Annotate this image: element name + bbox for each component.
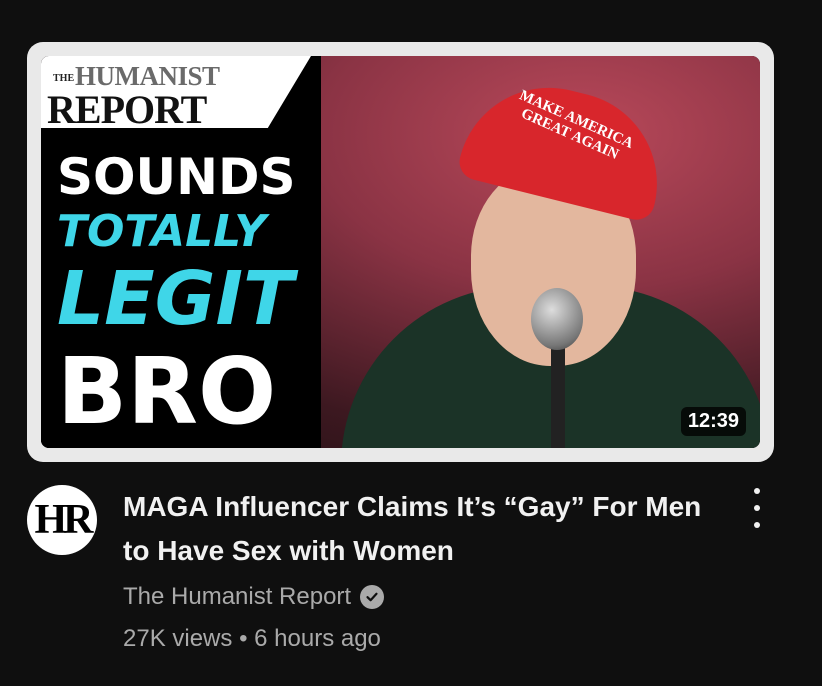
upload-age: 6 hours ago — [254, 625, 381, 652]
menu-dot — [754, 488, 760, 494]
logo-the: THE — [53, 73, 75, 84]
video-thumbnail[interactable]: MAKE AMERICA GREAT AGAIN THE HUMANIST RE… — [27, 42, 774, 462]
menu-dot — [754, 505, 760, 511]
thumbnail-text-bro: BRO — [57, 338, 277, 445]
channel-logo-banner: THE HUMANIST REPORT — [41, 56, 311, 128]
menu-dot — [754, 522, 760, 528]
thumbnail-image: MAKE AMERICA GREAT AGAIN THE HUMANIST RE… — [41, 56, 760, 448]
verified-check-icon — [360, 585, 385, 609]
video-metadata: 27K views • 6 hours ago — [123, 625, 381, 653]
microphone-icon — [531, 288, 583, 350]
thumbnail-text-legit: LEGIT — [57, 256, 294, 342]
thumbnail-text-panel: THE HUMANIST REPORT SOUNDS TOTALLY LEGIT… — [41, 56, 321, 448]
channel-avatar[interactable]: HR — [27, 485, 97, 555]
video-title[interactable]: MAGA Influencer Claims It’s “Gay” For Me… — [123, 485, 703, 573]
channel-name[interactable]: The Humanist Report — [123, 583, 351, 611]
channel-row: The Humanist Report — [123, 583, 385, 611]
view-count: 27K views — [123, 625, 233, 652]
thumbnail-text-sounds: SOUNDS — [57, 148, 296, 206]
thumbnail-text-totally: TOTALLY — [57, 206, 267, 257]
duration-badge: 12:39 — [680, 407, 746, 436]
logo-report: REPORT — [47, 87, 207, 132]
more-vert-icon[interactable] — [745, 488, 769, 528]
video-card[interactable]: MAKE AMERICA GREAT AGAIN THE HUMANIST RE… — [0, 0, 822, 686]
meta-separator: • — [239, 625, 248, 652]
